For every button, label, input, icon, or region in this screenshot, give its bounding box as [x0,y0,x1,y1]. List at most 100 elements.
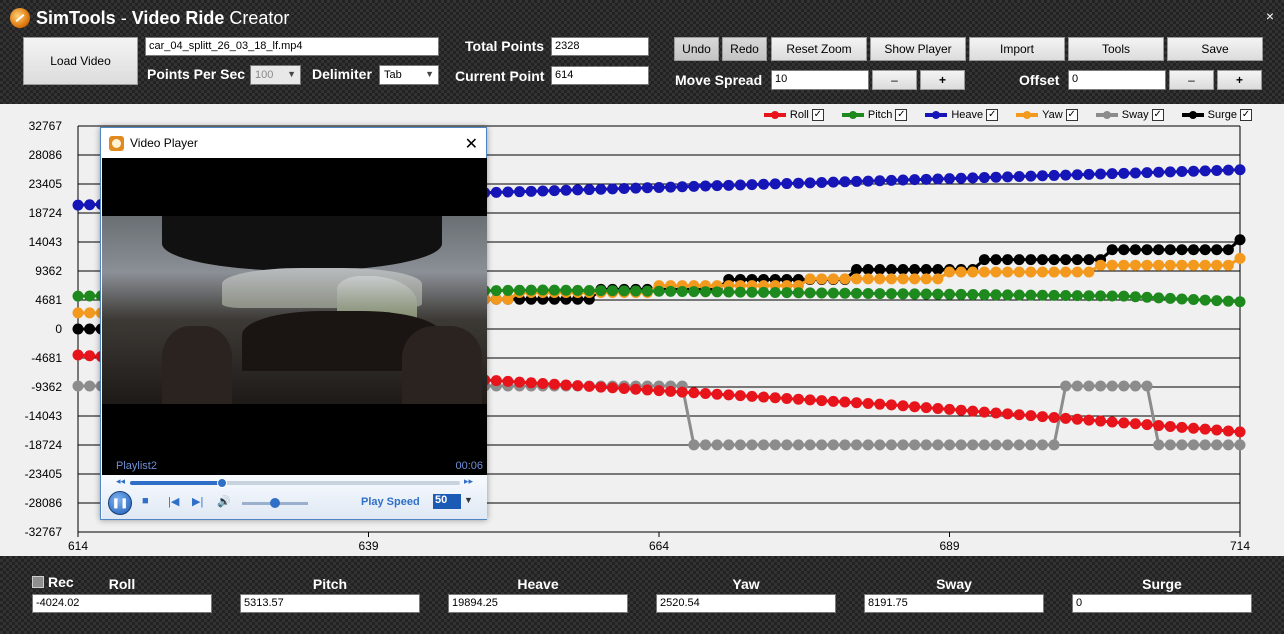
point-sway[interactable] [874,439,886,451]
roll-value-field[interactable]: -4024.02 [32,594,212,613]
point-yaw[interactable] [1013,266,1025,278]
point-heave[interactable] [723,179,735,191]
point-roll[interactable] [781,392,793,404]
point-pitch[interactable] [1153,292,1165,304]
point-pitch[interactable] [630,285,642,297]
point-heave[interactable] [862,175,874,187]
point-sway[interactable] [769,439,781,451]
point-surge[interactable] [1025,254,1037,266]
point-pitch[interactable] [804,287,816,299]
point-yaw[interactable] [1234,252,1246,264]
point-roll[interactable] [955,404,967,416]
point-heave[interactable] [804,177,816,189]
point-pitch[interactable] [909,288,921,300]
reset-zoom-button[interactable]: Reset Zoom [771,37,867,61]
point-yaw[interactable] [990,266,1002,278]
point-yaw[interactable] [944,266,955,278]
player-titlebar[interactable]: Video Player [101,128,486,158]
point-roll[interactable] [1002,408,1014,420]
seek-knob[interactable] [217,478,228,488]
point-pitch[interactable] [1060,290,1072,302]
sway-value-field[interactable]: 8191.75 [864,594,1044,613]
point-roll[interactable] [1199,423,1211,435]
pitch-value-field[interactable]: 5313.57 [240,594,420,613]
point-heave[interactable] [514,186,526,198]
point-pitch[interactable] [769,286,781,298]
point-pitch[interactable] [944,288,955,300]
point-roll[interactable] [792,393,804,405]
point-pitch[interactable] [827,287,839,299]
point-roll[interactable] [851,397,863,409]
point-roll[interactable] [967,405,979,417]
point-roll[interactable] [1188,422,1200,434]
point-yaw[interactable] [909,273,921,285]
point-surge[interactable] [1071,254,1083,266]
point-pitch[interactable] [665,285,677,297]
point-surge[interactable] [1002,254,1014,266]
point-yaw[interactable] [1002,266,1014,278]
point-heave[interactable] [1083,168,1095,180]
point-roll[interactable] [84,350,96,362]
point-roll[interactable] [630,383,642,395]
point-heave[interactable] [676,181,688,193]
point-pitch[interactable] [537,284,549,296]
point-pitch[interactable] [746,286,758,298]
point-pitch[interactable] [734,286,746,298]
point-yaw[interactable] [874,273,886,285]
surge-value-field[interactable]: 0 [1072,594,1252,613]
point-roll[interactable] [746,390,758,402]
point-pitch[interactable] [874,288,886,300]
point-sway[interactable] [955,439,967,451]
point-sway[interactable] [1211,439,1223,451]
point-yaw[interactable] [1211,259,1223,271]
point-heave[interactable] [72,199,84,211]
point-surge[interactable] [72,323,84,335]
point-pitch[interactable] [1199,294,1211,306]
point-pitch[interactable] [548,284,560,296]
point-surge[interactable] [1153,244,1165,256]
point-roll[interactable] [1025,410,1037,422]
point-surge[interactable] [1164,244,1176,256]
point-heave[interactable] [1234,164,1246,176]
point-yaw[interactable] [851,273,863,285]
point-roll[interactable] [862,397,874,409]
point-roll[interactable] [804,394,816,406]
point-pitch[interactable] [1164,292,1176,304]
legend-checkbox[interactable]: ✓ [1151,109,1164,121]
point-roll[interactable] [1211,424,1223,436]
point-pitch[interactable] [816,287,828,299]
point-pitch[interactable] [932,288,944,300]
point-pitch[interactable] [1176,293,1188,305]
point-pitch[interactable] [1095,290,1107,302]
point-roll[interactable] [1083,414,1095,426]
point-surge[interactable] [978,254,990,266]
point-surge[interactable] [1048,254,1060,266]
point-pitch[interactable] [84,290,96,302]
point-heave[interactable] [490,186,502,198]
point-heave[interactable] [1036,170,1048,182]
point-sway[interactable] [978,439,990,451]
point-yaw[interactable] [816,273,828,285]
point-roll[interactable] [1048,411,1060,423]
point-sway[interactable] [1176,439,1188,451]
point-yaw[interactable] [1222,259,1234,271]
total-points-field[interactable]: 2328 [551,37,649,56]
player-close-icon[interactable]: ✕ [465,134,478,154]
point-sway[interactable] [1013,439,1025,451]
point-yaw[interactable] [1048,266,1060,278]
seek-forward-icon[interactable]: ▸▸ [464,476,473,487]
point-roll[interactable] [1060,412,1072,424]
point-sway[interactable] [1234,439,1246,451]
offset-plus-button[interactable]: + [1217,70,1262,90]
point-sway[interactable] [1025,439,1037,451]
point-yaw[interactable] [955,266,967,278]
point-heave[interactable] [1013,170,1025,182]
point-sway[interactable] [1222,439,1234,451]
point-heave[interactable] [874,175,886,187]
volume-icon[interactable]: 🔊 [217,495,231,508]
point-yaw[interactable] [1129,259,1141,271]
point-yaw[interactable] [1176,259,1188,271]
point-yaw[interactable] [72,307,84,319]
point-yaw[interactable] [84,307,96,319]
point-pitch[interactable] [607,285,619,297]
